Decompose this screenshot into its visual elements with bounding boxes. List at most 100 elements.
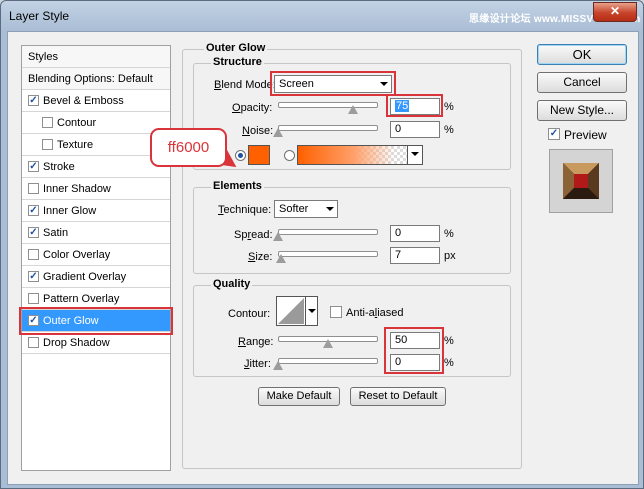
noise-input[interactable]: 0: [390, 121, 440, 138]
opacity-slider-thumb[interactable]: [348, 105, 358, 114]
contour-dropdown-button[interactable]: [305, 297, 317, 325]
style-checkbox-gradient-overlay[interactable]: ✓: [28, 271, 39, 282]
gradient-radio[interactable]: [284, 150, 295, 161]
quality-title: Quality: [211, 278, 253, 290]
range-label: Range:: [238, 336, 274, 348]
style-item-bevel-emboss[interactable]: ✓ Bevel & Emboss: [22, 90, 170, 112]
style-checkbox-pattern-overlay[interactable]: [28, 293, 39, 304]
spread-slider-thumb[interactable]: [273, 232, 283, 241]
noise-value: 0: [395, 123, 402, 135]
size-label: Size:: [248, 251, 273, 263]
technique-select[interactable]: Softer: [274, 200, 338, 218]
gradient-dropdown-button[interactable]: [407, 146, 422, 164]
technique-value: Softer: [279, 203, 309, 215]
anti-aliased-label: Anti-aliased: [346, 307, 404, 319]
blend-mode-label: Blend Mode:: [214, 79, 276, 91]
size-slider-thumb[interactable]: [276, 254, 286, 263]
color-annotation-callout: ff6000: [150, 128, 227, 167]
style-item-label: Satin: [43, 227, 69, 239]
close-button[interactable]: ✕: [593, 2, 637, 22]
jitter-label: Jitter:: [244, 358, 271, 370]
jitter-percent: %: [444, 357, 454, 369]
style-checkbox-stroke[interactable]: ✓: [28, 161, 39, 172]
style-item-inner-shadow[interactable]: Inner Shadow: [22, 178, 170, 200]
style-item-gradient-overlay[interactable]: ✓ Gradient Overlay: [22, 266, 170, 288]
size-input[interactable]: 7: [390, 247, 440, 264]
noise-label: Noise:: [242, 125, 274, 137]
noise-slider[interactable]: [278, 125, 378, 131]
style-item-label: Blending Options: Default: [28, 73, 153, 85]
spread-label: Spread:: [234, 229, 273, 241]
technique-label: Technique:: [218, 204, 272, 216]
style-checkbox-contour[interactable]: [42, 117, 53, 128]
style-checkbox-satin[interactable]: ✓: [28, 227, 39, 238]
style-item-blending-options-default[interactable]: Blending Options: Default: [22, 68, 170, 90]
make-default-button[interactable]: Make Default: [258, 387, 340, 406]
opacity-slider[interactable]: [278, 102, 378, 108]
window-title: Layer Style: [9, 9, 70, 23]
styles-list: Styles Blending Options: Default ✓ Bevel & …: [19, 45, 173, 471]
contour-preview-icon: [278, 298, 304, 324]
style-checkbox-drop-shadow[interactable]: [28, 337, 39, 348]
style-item-styles[interactable]: Styles: [22, 46, 170, 68]
glow-gradient-picker[interactable]: [297, 145, 423, 165]
cancel-button[interactable]: Cancel: [537, 72, 627, 93]
style-item-color-overlay[interactable]: Color Overlay: [22, 244, 170, 266]
style-item-label: Drop Shadow: [43, 337, 110, 349]
style-checkbox-inner-glow[interactable]: ✓: [28, 205, 39, 216]
title-bar[interactable]: Layer Style 思缘设计论坛 www.MISSVUAN.com ✕: [1, 1, 643, 31]
contour-picker[interactable]: [276, 296, 318, 326]
noise-percent: %: [444, 124, 454, 136]
new-style-button[interactable]: New Style...: [537, 100, 627, 121]
range-slider-thumb[interactable]: [323, 339, 333, 348]
noise-slider-thumb[interactable]: [273, 128, 283, 137]
opacity-label: Opacity:: [232, 102, 273, 114]
outer-glow-title: Outer Glow: [204, 42, 268, 54]
style-item-label: Inner Glow: [43, 205, 97, 217]
size-slider[interactable]: [278, 251, 378, 257]
dialog-body: Styles Blending Options: Default ✓ Bevel & …: [7, 31, 639, 485]
spread-slider[interactable]: [278, 229, 378, 235]
style-item-drop-shadow[interactable]: Drop Shadow: [22, 332, 170, 354]
highlight-selected-style: [19, 307, 173, 335]
style-checkbox-texture[interactable]: [42, 139, 53, 150]
jitter-slider-thumb[interactable]: [273, 361, 283, 370]
preview-label: Preview: [564, 128, 607, 142]
style-item-label: Bevel & Emboss: [43, 95, 124, 107]
ok-button[interactable]: OK: [537, 44, 627, 65]
style-item-label: Stroke: [43, 161, 75, 173]
style-checkbox-color-overlay[interactable]: [28, 249, 39, 260]
preview-swatch-icon: [563, 163, 599, 199]
style-item-label: Color Overlay: [43, 249, 111, 261]
style-item-label: Styles: [28, 51, 58, 63]
close-icon: ✕: [609, 4, 621, 18]
style-item-label: Texture: [57, 139, 94, 151]
style-item-satin[interactable]: ✓ Satin: [22, 222, 170, 244]
jitter-slider[interactable]: [278, 358, 378, 364]
chevron-down-icon: [326, 207, 334, 211]
style-item-stroke[interactable]: ✓ Stroke: [22, 156, 170, 178]
style-checkbox-bevel-emboss[interactable]: ✓: [28, 95, 39, 106]
style-item-label: Inner Shadow: [43, 183, 111, 195]
style-item-inner-glow[interactable]: ✓ Inner Glow: [22, 200, 170, 222]
style-item-texture[interactable]: Texture: [22, 134, 170, 156]
highlight-blend-mode: [270, 71, 396, 96]
anti-aliased-checkbox[interactable]: [330, 306, 342, 318]
style-checkbox-inner-shadow[interactable]: [28, 183, 39, 194]
highlight-range-jitter: [384, 327, 444, 374]
elements-title: Elements: [211, 180, 264, 192]
range-percent: %: [444, 335, 454, 347]
contour-label: Contour:: [228, 308, 271, 320]
style-item-contour[interactable]: Contour: [22, 112, 170, 134]
style-preview-thumbnail: [549, 149, 613, 213]
opacity-percent: %: [444, 101, 454, 113]
highlight-opacity: [386, 94, 443, 117]
reset-to-default-button[interactable]: Reset to Default: [350, 387, 446, 406]
size-value: 7: [395, 249, 402, 261]
style-item-label: Gradient Overlay: [43, 271, 127, 283]
structure-title: Structure: [211, 56, 264, 68]
glow-color-swatch[interactable]: [248, 145, 270, 165]
spread-input[interactable]: 0: [390, 225, 440, 242]
layer-style-window: Layer Style 思缘设计论坛 www.MISSVUAN.com ✕ St…: [0, 0, 644, 489]
preview-checkbox[interactable]: ✓: [548, 128, 560, 140]
